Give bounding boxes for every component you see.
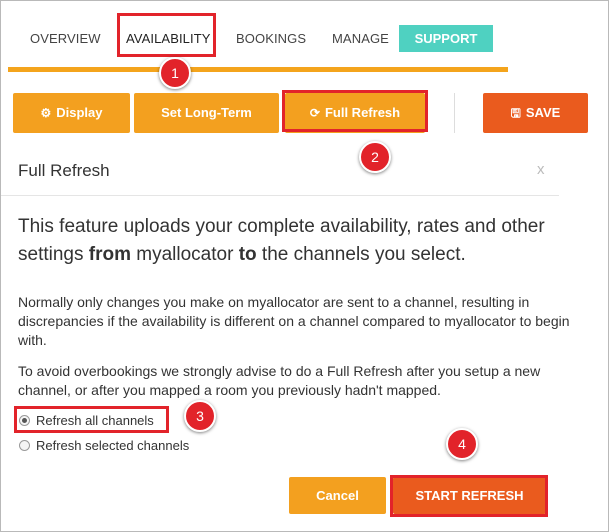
- lead-text-from: from: [88, 244, 131, 265]
- radio-selected-channels-label: Refresh selected channels: [36, 438, 190, 453]
- close-button[interactable]: x: [537, 161, 545, 178]
- toolbar-divider: [454, 93, 455, 133]
- dialog-paragraph-advice: To avoid overbookings we strongly advise…: [18, 363, 541, 398]
- set-long-term-label: Set Long-Term: [161, 105, 252, 120]
- nav-bookings[interactable]: BOOKINGS: [236, 31, 306, 46]
- save-label: SAVE: [525, 105, 561, 120]
- save-button[interactable]: 🖫 SAVE: [483, 93, 588, 133]
- top-nav: OVERVIEW AVAILABILITY BOOKINGS MANAGE SU…: [11, 19, 511, 59]
- cancel-button[interactable]: Cancel: [289, 477, 386, 514]
- floppy-disk-icon: 🖫: [510, 106, 521, 120]
- annotation-box-all-channels: [14, 406, 169, 433]
- display-button[interactable]: ⚙ Display: [13, 93, 130, 133]
- nav-overview[interactable]: OVERVIEW: [30, 31, 101, 46]
- annotation-badge-4: 4: [446, 428, 478, 460]
- annotation-badge-2: 2: [359, 141, 391, 173]
- gear-icon: ⚙: [40, 106, 52, 120]
- annotation-badge-1: 1: [159, 57, 191, 89]
- lead-text-to: to: [238, 244, 257, 265]
- app-window: OVERVIEW AVAILABILITY BOOKINGS MANAGE SU…: [0, 0, 609, 532]
- dialog-header-divider: [1, 195, 559, 196]
- annotation-box-full-refresh: [282, 90, 428, 132]
- dialog-paragraph-discrepancies: Normally only changes you make on myallo…: [18, 294, 570, 348]
- set-long-term-button[interactable]: Set Long-Term: [134, 93, 279, 133]
- nav-support-button[interactable]: SUPPORT: [399, 25, 493, 52]
- annotation-badge-3: 3: [184, 400, 216, 432]
- annotation-box-start-refresh: [390, 475, 548, 517]
- annotation-box-availability: [117, 13, 216, 57]
- display-label: Display: [56, 105, 103, 120]
- lead-text-part-2: myallocator: [131, 244, 239, 265]
- radio-selected-channels[interactable]: [19, 440, 30, 451]
- nav-manage[interactable]: MANAGE: [332, 31, 389, 46]
- nav-active-underline: [8, 67, 508, 72]
- lead-text-part-3: the channels you select.: [256, 244, 466, 265]
- dialog-lead-text: This feature uploads your complete avail…: [18, 213, 578, 269]
- dialog-title: Full Refresh: [18, 161, 110, 180]
- radio-option-selected-channels[interactable]: Refresh selected channels: [19, 438, 189, 453]
